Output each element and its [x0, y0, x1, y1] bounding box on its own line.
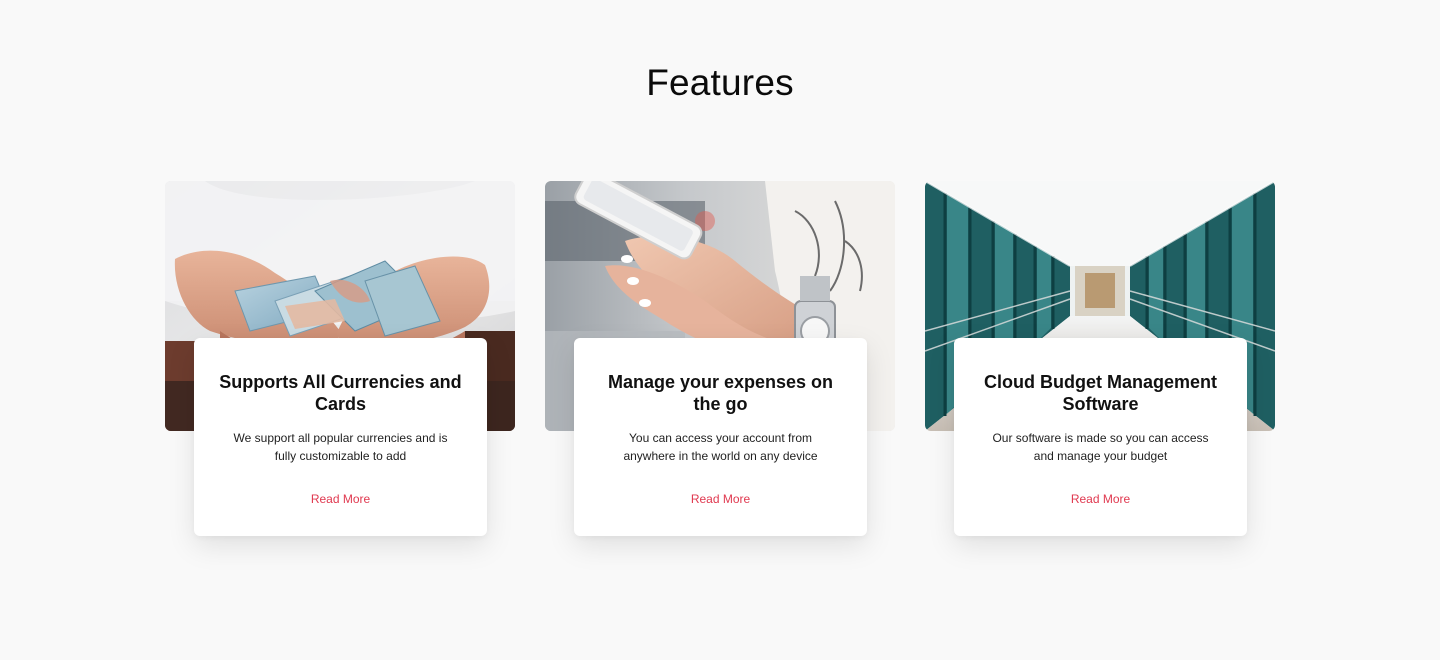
- read-more-link[interactable]: Read More: [691, 492, 750, 506]
- feature-description: We support all popular currencies and is…: [233, 431, 448, 463]
- read-more-link[interactable]: Read More: [311, 492, 370, 506]
- feature-panel: Cloud Budget Management Software Our sof…: [954, 338, 1247, 536]
- feature-heading: Manage your expenses on the go: [607, 372, 834, 414]
- feature-card-currencies: Supports All Currencies and Cards We sup…: [165, 181, 515, 541]
- feature-panel: Manage your expenses on the go You can a…: [574, 338, 867, 536]
- feature-heading: Cloud Budget Management Software: [984, 372, 1217, 414]
- read-more-link[interactable]: Read More: [1071, 492, 1130, 506]
- feature-description: Our software is made so you can access a…: [992, 431, 1209, 463]
- feature-description: You can access your account from anywher…: [623, 431, 818, 463]
- feature-panel: Supports All Currencies and Cards We sup…: [194, 338, 487, 536]
- feature-card-expenses: Manage your expenses on the go You can a…: [545, 181, 895, 541]
- feature-card-cloud: Cloud Budget Management Software Our sof…: [925, 181, 1275, 541]
- features-grid: Supports All Currencies and Cards We sup…: [165, 181, 1275, 541]
- section-title: Features: [646, 62, 794, 103]
- feature-heading: Supports All Currencies and Cards: [219, 372, 462, 414]
